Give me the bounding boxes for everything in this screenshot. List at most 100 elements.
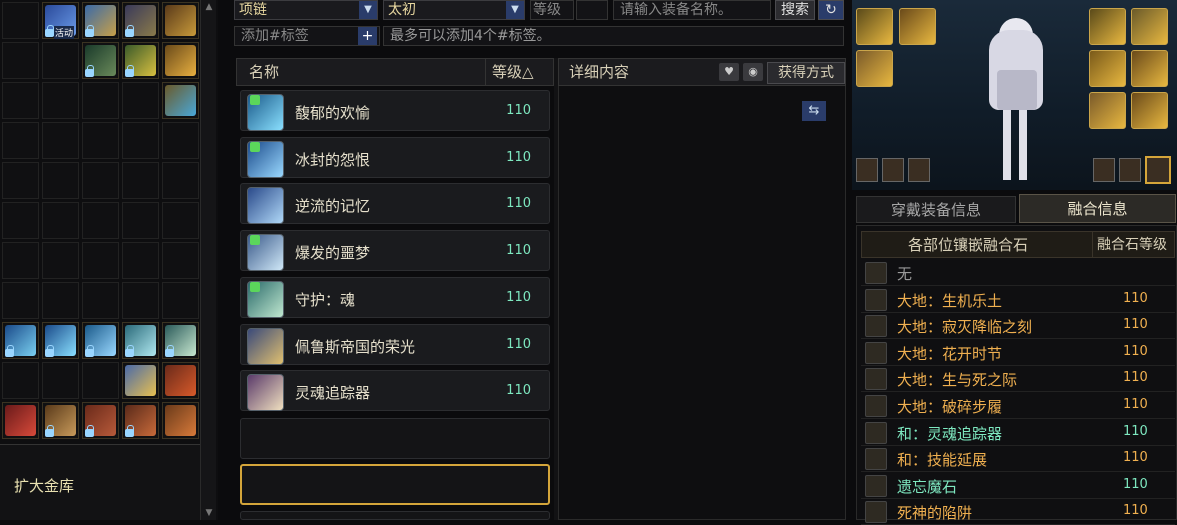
inventory-slot-empty[interactable]: [122, 122, 159, 159]
equipment-name-input[interactable]: 请输入装备名称。: [613, 0, 771, 20]
fusion-row[interactable]: 和：灵魂追踪器 110: [861, 419, 1175, 446]
tab-fusion-info[interactable]: 融合信息: [1019, 194, 1176, 223]
level-input[interactable]: [576, 0, 608, 20]
inventory-item[interactable]: [122, 362, 159, 399]
grade-select[interactable]: 太初 ▼: [383, 0, 525, 20]
fusion-row[interactable]: 大地：生机乐土 110: [861, 286, 1175, 313]
inventory-slot-empty[interactable]: [2, 82, 39, 119]
inventory-slot-empty[interactable]: [2, 42, 39, 79]
inventory-slot-empty[interactable]: [82, 282, 119, 319]
inventory-slot-empty[interactable]: [82, 362, 119, 399]
inventory-scrollbar[interactable]: ▲ ▼: [200, 0, 216, 520]
inventory-item[interactable]: [82, 42, 119, 79]
list-item-empty[interactable]: [240, 511, 550, 520]
inventory-item[interactable]: [162, 362, 199, 399]
inventory-slot-empty[interactable]: [42, 42, 79, 79]
scroll-up-icon[interactable]: ▲: [204, 2, 214, 12]
list-item[interactable]: 爆发的噩梦 110: [240, 230, 550, 272]
inventory-slot-empty[interactable]: [2, 242, 39, 279]
inventory-slot-empty[interactable]: [42, 122, 79, 159]
inventory-slot-empty[interactable]: [82, 202, 119, 239]
inventory-slot-empty[interactable]: [42, 82, 79, 119]
compare-icon[interactable]: ♥: [719, 63, 739, 81]
inventory-item[interactable]: [162, 42, 199, 79]
inventory-slot-empty[interactable]: [42, 242, 79, 279]
equipment-slot[interactable]: [1131, 92, 1168, 129]
inventory-item[interactable]: [122, 402, 159, 439]
inventory-slot-empty[interactable]: [122, 242, 159, 279]
inventory-slot-empty[interactable]: [2, 202, 39, 239]
tab-equip-info[interactable]: 穿戴装备信息: [856, 196, 1016, 223]
swap-icon[interactable]: ⇆: [802, 101, 826, 121]
inventory-item[interactable]: [82, 402, 119, 439]
inventory-slot-empty[interactable]: [2, 2, 39, 39]
fusion-row[interactable]: 遗忘魔石 110: [861, 472, 1175, 499]
eye-icon[interactable]: ◉: [743, 63, 763, 81]
inventory-slot-empty[interactable]: [162, 242, 199, 279]
settings-icon[interactable]: [1119, 158, 1141, 182]
inventory-item[interactable]: [42, 322, 79, 359]
slot-type-select[interactable]: 项链 ▼: [234, 0, 378, 20]
refresh-icon[interactable]: ↻: [818, 0, 844, 20]
col-name-header[interactable]: 名称: [249, 59, 279, 85]
col-level-header[interactable]: 等级△: [485, 59, 534, 85]
inventory-slot-empty[interactable]: [162, 162, 199, 199]
avatar-toggle-icon[interactable]: [1145, 156, 1171, 184]
wand-icon[interactable]: [908, 158, 930, 182]
fusion-row[interactable]: 大地：生与死之际 110: [861, 365, 1175, 393]
inventory-item[interactable]: [42, 402, 79, 439]
equipment-slot[interactable]: [856, 8, 893, 45]
inventory-slot-empty[interactable]: [42, 162, 79, 199]
list-item[interactable]: 守护：魂 110: [240, 276, 550, 318]
equipment-slot[interactable]: [1131, 8, 1168, 45]
acquire-method-button[interactable]: 获得方式: [767, 62, 845, 84]
scroll-down-icon[interactable]: ▼: [204, 508, 214, 518]
list-item[interactable]: 灵魂追踪器 110: [240, 370, 550, 412]
equipment-slot[interactable]: [856, 50, 893, 87]
inventory-item[interactable]: [162, 82, 199, 119]
inventory-slot-empty[interactable]: [162, 122, 199, 159]
inventory-slot-empty[interactable]: [82, 122, 119, 159]
inventory-item[interactable]: [162, 2, 199, 39]
inventory-item[interactable]: [162, 322, 199, 359]
inventory-item[interactable]: [122, 2, 159, 39]
inventory-slot-empty[interactable]: [162, 282, 199, 319]
inventory-slot-empty[interactable]: [122, 282, 159, 319]
inventory-item[interactable]: [82, 2, 119, 39]
equipment-slot[interactable]: [1089, 92, 1126, 129]
inventory-item[interactable]: [162, 402, 199, 439]
inventory-slot-empty[interactable]: [122, 162, 159, 199]
equipment-slot[interactable]: [1089, 8, 1126, 45]
inventory-slot-empty[interactable]: [82, 82, 119, 119]
inventory-item[interactable]: [122, 322, 159, 359]
equipment-slot[interactable]: [1131, 50, 1168, 87]
inventory-slot-empty[interactable]: [2, 282, 39, 319]
inventory-slot-empty[interactable]: [122, 202, 159, 239]
inventory-slot-empty[interactable]: [2, 122, 39, 159]
inventory-slot-empty[interactable]: [42, 282, 79, 319]
fusion-row[interactable]: 大地：破碎步履 110: [861, 392, 1175, 419]
list-item[interactable]: 佩鲁斯帝国的荣光 110: [240, 323, 550, 365]
equipment-slot[interactable]: [899, 8, 936, 45]
inventory-item[interactable]: [122, 42, 159, 79]
inventory-slot-empty[interactable]: [82, 242, 119, 279]
search-button[interactable]: 搜索: [775, 0, 815, 20]
expand-vault-button[interactable]: 扩大金库: [0, 444, 200, 520]
swap-set-icon[interactable]: [882, 158, 904, 182]
box-icon[interactable]: [1093, 158, 1115, 182]
inventory-item[interactable]: [2, 322, 39, 359]
equipment-slot[interactable]: [1089, 50, 1126, 87]
fusion-row[interactable]: 死神的陷阱 110: [861, 498, 1175, 525]
add-tag-icon[interactable]: +: [358, 27, 377, 45]
fusion-row[interactable]: 和：技能延展 110: [861, 445, 1175, 473]
inventory-item[interactable]: [2, 402, 39, 439]
fusion-row[interactable]: 无: [861, 259, 1175, 286]
inventory-slot-empty[interactable]: [82, 162, 119, 199]
inventory-item[interactable]: [82, 322, 119, 359]
list-item[interactable]: 馥郁的欢愉 110: [240, 90, 550, 131]
list-item-selected-empty[interactable]: [240, 464, 550, 505]
inventory-slot-empty[interactable]: [42, 362, 79, 399]
fusion-row[interactable]: 大地：寂灭降临之刻 110: [861, 312, 1175, 340]
list-item[interactable]: 冰封的怨恨 110: [240, 136, 550, 178]
list-item-empty[interactable]: [240, 418, 550, 459]
